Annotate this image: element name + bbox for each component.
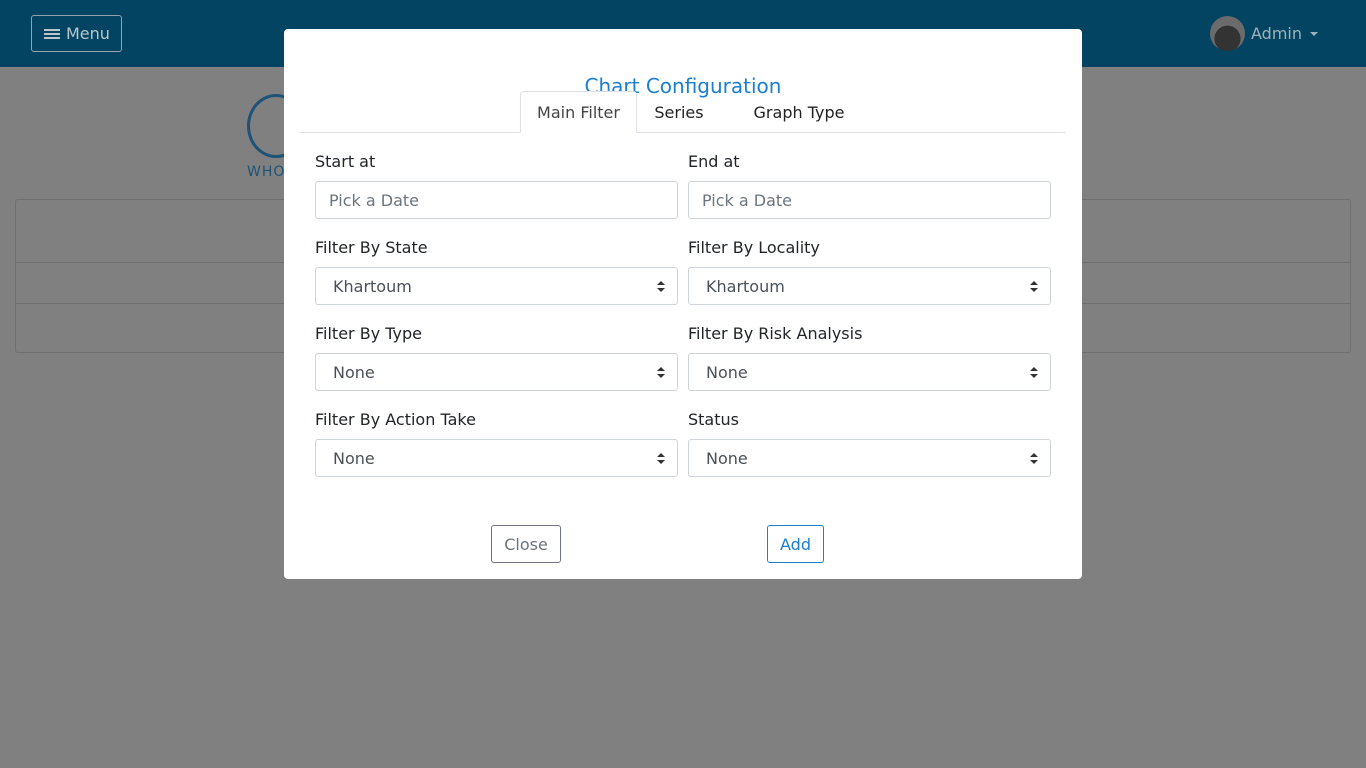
type-label: Filter By Type: [315, 324, 422, 343]
caret-down-icon: [1310, 31, 1318, 36]
state-label: Filter By State: [315, 238, 428, 257]
end-at-label: End at: [688, 152, 740, 171]
start-at-label: Start at: [315, 152, 376, 171]
action-take-select-value: None: [333, 448, 375, 468]
user-name: Admin: [1251, 24, 1302, 43]
type-select[interactable]: None: [315, 353, 678, 391]
menu-button[interactable]: Menu: [31, 15, 122, 52]
select-arrows-icon: [1030, 367, 1038, 378]
menu-button-label: Menu: [66, 24, 110, 43]
state-select[interactable]: Khartoum: [315, 267, 678, 305]
user-menu[interactable]: Admin: [1210, 16, 1318, 51]
action-take-select[interactable]: None: [315, 439, 678, 477]
locality-label: Filter By Locality: [688, 238, 820, 257]
select-arrows-icon: [657, 281, 665, 292]
status-select-value: None: [706, 448, 748, 468]
action-take-label: Filter By Action Take: [315, 410, 476, 429]
select-arrows-icon: [1030, 281, 1038, 292]
risk-analysis-select-value: None: [706, 362, 748, 382]
tab-main-filter[interactable]: Main Filter: [520, 91, 637, 133]
close-button[interactable]: Close: [491, 525, 561, 563]
locality-select[interactable]: Khartoum: [688, 267, 1051, 305]
select-arrows-icon: [657, 453, 665, 464]
state-select-value: Khartoum: [333, 276, 412, 296]
risk-analysis-select[interactable]: None: [688, 353, 1051, 391]
status-label: Status: [688, 410, 739, 429]
tab-series[interactable]: Series: [641, 91, 717, 133]
chart-configuration-modal: Chart Configuration Main Filter Series G…: [284, 29, 1082, 579]
tab-graph-type[interactable]: Graph Type: [737, 91, 861, 133]
select-arrows-icon: [1030, 453, 1038, 464]
hamburger-icon: [44, 27, 60, 41]
add-button[interactable]: Add: [767, 525, 824, 563]
modal-tabs: Main Filter Series Graph Type: [300, 91, 1066, 133]
end-date-input[interactable]: Pick a Date: [688, 181, 1051, 219]
start-date-input[interactable]: Pick a Date: [315, 181, 678, 219]
select-arrows-icon: [657, 367, 665, 378]
locality-select-value: Khartoum: [706, 276, 785, 296]
type-select-value: None: [333, 362, 375, 382]
status-select[interactable]: None: [688, 439, 1051, 477]
avatar: [1210, 16, 1245, 51]
risk-analysis-label: Filter By Risk Analysis: [688, 324, 863, 343]
